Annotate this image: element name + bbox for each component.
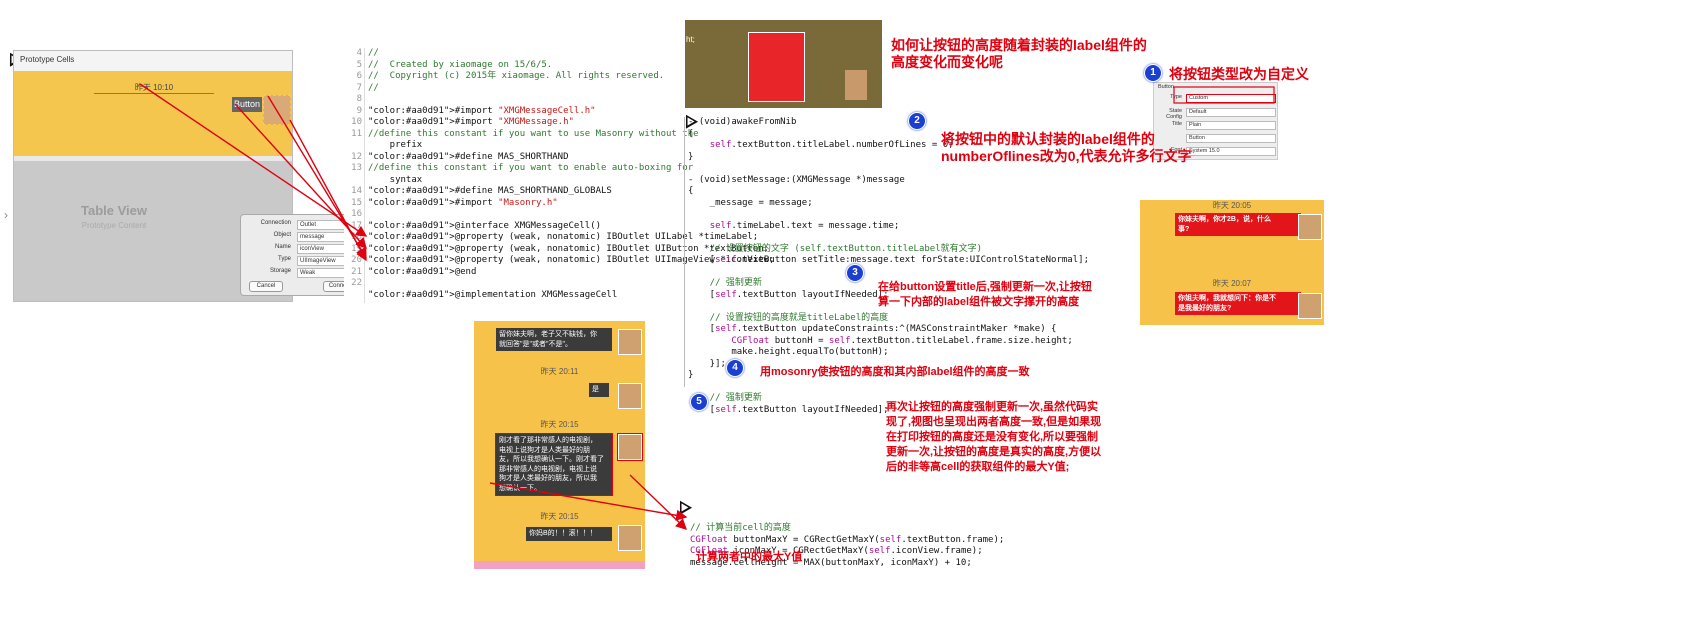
arrow-timelabel xyxy=(139,83,368,237)
arrow-iconview-2 xyxy=(289,119,367,262)
arrow-iconmaxy xyxy=(629,474,688,530)
type-highlight xyxy=(1173,86,1275,104)
annotation-arrows xyxy=(139,83,1275,530)
